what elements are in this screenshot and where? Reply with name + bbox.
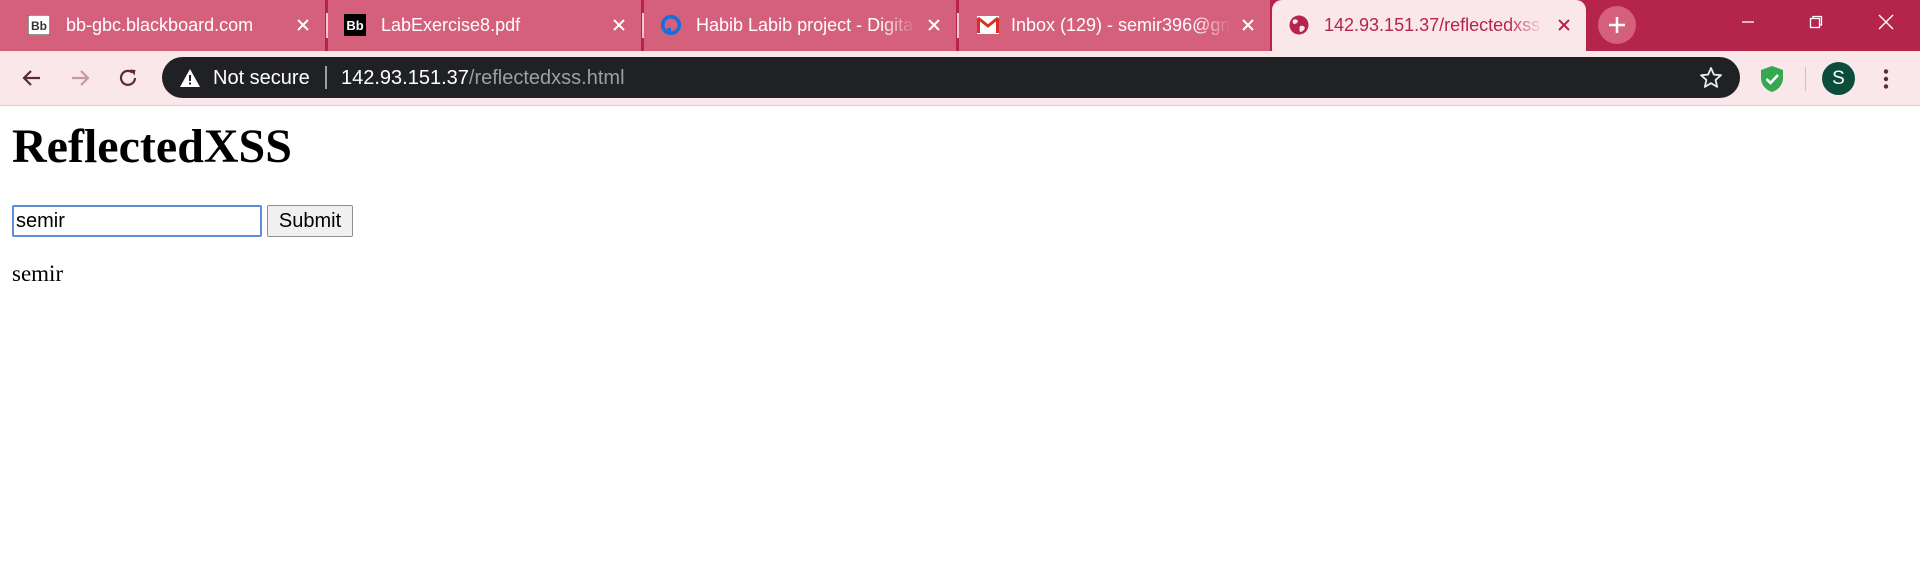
tab-digitalocean[interactable]: Habib Labib project - Digita: [644, 0, 956, 51]
forward-button[interactable]: [61, 59, 99, 97]
new-tab-button[interactable]: [1598, 6, 1636, 44]
tab-title: 142.93.151.37/reflectedxss.h: [1324, 14, 1544, 36]
back-button[interactable]: [13, 59, 51, 97]
blackboard-icon: Bb: [28, 14, 50, 36]
warning-icon[interactable]: [178, 66, 202, 90]
tab-title: LabExercise8.pdf: [381, 14, 601, 36]
close-tab-icon[interactable]: [291, 13, 315, 37]
close-window-button[interactable]: [1852, 0, 1920, 44]
restore-icon: [1809, 15, 1823, 29]
svg-text:Bb: Bb: [31, 19, 47, 33]
blackboard-pdf-icon: Bb: [344, 14, 366, 36]
reload-button[interactable]: [109, 59, 147, 97]
reload-icon: [119, 69, 137, 86]
tab-title: Inbox (129) - semir396@gm: [1011, 14, 1231, 36]
bookmark-star-icon[interactable]: [1698, 65, 1724, 91]
shield-extension-icon[interactable]: [1757, 64, 1787, 94]
url-text[interactable]: 142.93.151.37/reflectedxss.html: [341, 66, 625, 90]
browser-toolbar: Not secure 142.93.151.37/reflectedxss.ht…: [0, 51, 1920, 106]
tab-strip: Bb bb-gbc.blackboard.com Bb LabExercise8…: [0, 0, 1920, 51]
page-title: ReflectedXSS: [12, 120, 292, 173]
submit-button[interactable]: Submit: [267, 205, 353, 237]
close-tab-icon[interactable]: [922, 13, 946, 37]
toolbar-separator: [1805, 67, 1806, 91]
browser-menu-button[interactable]: [1870, 63, 1902, 95]
minimize-icon: [1742, 21, 1754, 23]
tab-labexercise[interactable]: Bb LabExercise8.pdf: [328, 0, 641, 51]
back-arrow-icon: [22, 70, 40, 86]
url-host: 142.93.151.37: [341, 67, 469, 89]
gmail-icon: [977, 14, 999, 36]
restore-button[interactable]: [1782, 0, 1850, 44]
digitalocean-icon: [660, 14, 682, 36]
reflected-output: semir: [12, 261, 64, 286]
forward-arrow-icon: [72, 70, 90, 86]
xss-text-input[interactable]: [12, 205, 262, 237]
address-bar[interactable]: Not secure 142.93.151.37/reflectedxss.ht…: [162, 57, 1740, 98]
close-tab-icon[interactable]: [1236, 13, 1260, 37]
plus-icon: [1609, 17, 1625, 33]
minimize-button[interactable]: [1714, 0, 1782, 44]
url-path: /reflectedxss.html: [468, 67, 625, 89]
svg-text:Bb: Bb: [346, 18, 363, 33]
close-tab-icon[interactable]: [1552, 13, 1576, 37]
tab-gmail[interactable]: Inbox (129) - semir396@gm: [959, 0, 1270, 51]
more-vertical-icon: [1883, 69, 1889, 89]
tab-reflectedxss[interactable]: 142.93.151.37/reflectedxss.h: [1272, 0, 1586, 51]
close-icon: [1878, 14, 1894, 30]
security-status-label[interactable]: Not secure: [213, 66, 310, 90]
tab-title: bb-gbc.blackboard.com: [66, 14, 286, 36]
tab-blackboard[interactable]: Bb bb-gbc.blackboard.com: [0, 0, 325, 51]
tab-title: Habib Labib project - Digita: [696, 14, 916, 36]
page-content: ReflectedXSS Submit semir: [0, 107, 1920, 568]
omnibox-divider: [325, 66, 327, 89]
profile-avatar[interactable]: S: [1822, 62, 1855, 95]
close-tab-icon[interactable]: [607, 13, 631, 37]
globe-icon: [1288, 14, 1310, 36]
